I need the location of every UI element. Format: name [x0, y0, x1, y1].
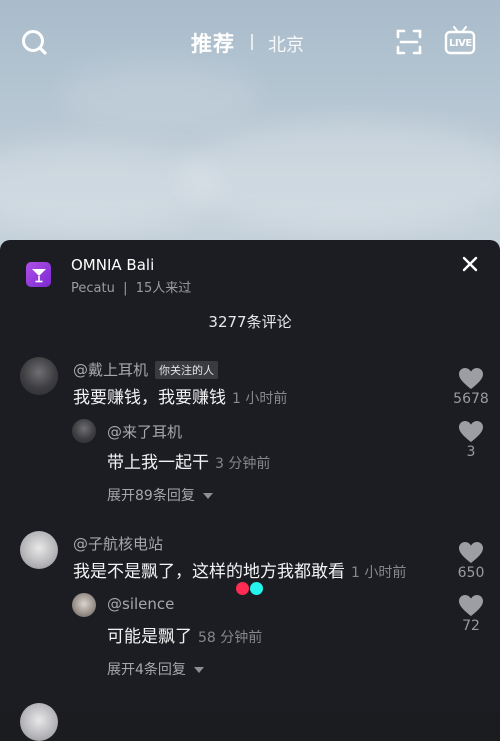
expand-replies-label: 展开89条回复 [107, 488, 195, 504]
comment-count: 3277条评论 [208, 313, 292, 331]
avatar[interactable] [72, 593, 96, 617]
scan-icon[interactable] [395, 28, 423, 56]
top-bar: 推荐 北京 LIVE [0, 0, 500, 84]
tab-divider [251, 34, 253, 50]
reply-text[interactable]: 可能是飘了 58 分钟前 [107, 622, 262, 647]
reply-username[interactable]: @silence [107, 595, 174, 613]
following-badge: 你关注的人 [155, 361, 218, 379]
loading-indicator [236, 580, 263, 599]
avatar[interactable] [20, 357, 58, 395]
venue-separator: | [123, 281, 128, 296]
comment-body: 我是不是飘了，这样的地方我都敢看 [73, 562, 345, 582]
reply-time: 3 分钟前 [215, 456, 271, 472]
venue-name[interactable]: OMNIA Bali [71, 256, 154, 274]
live-label: LIVE [449, 38, 472, 49]
reply-body: 可能是飘了 [107, 627, 192, 647]
like-heart-icon[interactable] [458, 420, 484, 444]
like-heart-icon[interactable] [458, 367, 484, 391]
comment-username[interactable]: @子航核电站 [73, 533, 163, 554]
comment-text[interactable]: 我是不是飘了，这样的地方我都敢看 1 小时前 [73, 557, 406, 582]
like-heart-icon[interactable] [458, 541, 484, 565]
like-count: 5678 [453, 391, 489, 407]
cocktail-icon[interactable] [26, 262, 51, 287]
reply-text[interactable]: 带上我一起干 3 分钟前 [107, 448, 270, 473]
avatar[interactable] [20, 703, 58, 741]
close-icon[interactable] [458, 252, 482, 276]
comment-username[interactable]: @戴上耳机 [73, 359, 148, 380]
tab-city[interactable]: 北京 [268, 31, 304, 57]
comment-time: 1 小时前 [351, 565, 407, 581]
tab-recommend[interactable]: 推荐 [191, 28, 235, 58]
expand-replies-button[interactable]: 展开89条回复 [107, 485, 213, 505]
avatar[interactable] [20, 531, 58, 569]
like-count: 650 [457, 565, 485, 581]
comment-text[interactable]: 我要赚钱，我要赚钱 1 小时前 [73, 383, 287, 408]
reply-body: 带上我一起干 [107, 453, 209, 473]
like-count: 72 [462, 618, 480, 634]
search-icon[interactable] [19, 27, 49, 57]
comment-time: 1 小时前 [232, 391, 288, 407]
avatar[interactable] [72, 419, 96, 443]
reply-time: 58 分钟前 [198, 630, 263, 646]
chevron-down-icon [202, 493, 213, 499]
venue-location: Pecatu [71, 281, 115, 296]
live-icon[interactable]: LIVE [444, 26, 476, 56]
like-count: 3 [466, 444, 476, 460]
expand-replies-button[interactable]: 展开4条回复 [107, 659, 204, 679]
like-heart-icon[interactable] [458, 594, 484, 618]
expand-replies-label: 展开4条回复 [107, 662, 186, 678]
venue-meta: Pecatu | 15人来过 [71, 277, 191, 296]
cyan-dot [250, 582, 263, 595]
comment-body: 我要赚钱，我要赚钱 [73, 388, 226, 408]
chevron-down-icon [193, 667, 204, 673]
red-dot [236, 582, 249, 595]
venue-visitors: 15人来过 [135, 281, 192, 296]
reply-username[interactable]: @来了耳机 [107, 421, 182, 442]
